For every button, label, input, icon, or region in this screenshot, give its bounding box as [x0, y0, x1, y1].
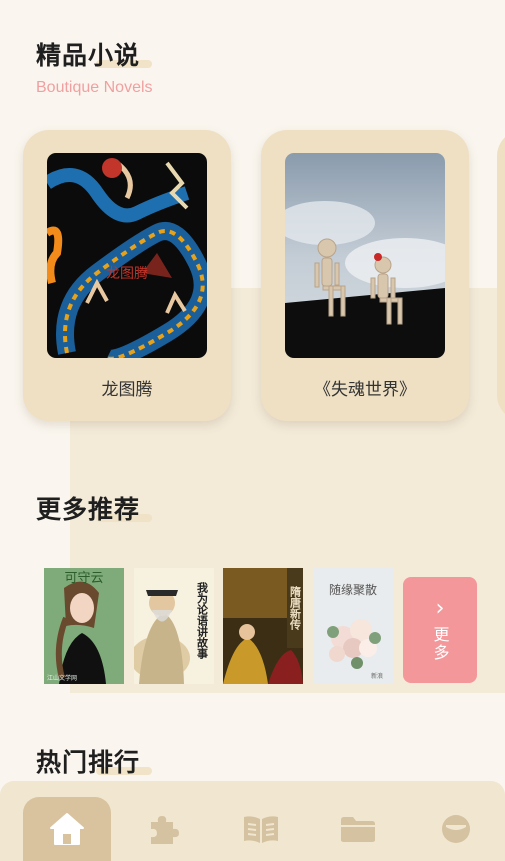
- book-footer: 江山文学网: [47, 674, 77, 682]
- tab-bookshelf[interactable]: [217, 797, 305, 861]
- cover-title: 龙图腾: [106, 265, 148, 282]
- home-icon: [50, 813, 84, 845]
- book-cover[interactable]: 随缘聚散 新浪: [313, 568, 393, 684]
- novel-name: 龙图腾: [101, 380, 153, 400]
- bottom-tab-bar: [0, 781, 505, 861]
- tab-files[interactable]: [314, 797, 402, 861]
- section-title-ranking: 热门排行: [36, 748, 141, 777]
- folder-icon: [341, 817, 375, 842]
- novel-name: 《失魂世界》: [314, 380, 416, 400]
- tab-home[interactable]: [23, 797, 111, 861]
- book-cover[interactable]: 隋唐新传: [223, 568, 303, 684]
- book-title: 随缘聚散: [329, 582, 377, 597]
- book-title: 隋唐新传: [289, 585, 303, 631]
- section-subtitle: Boutique Novels: [36, 79, 153, 96]
- novel-card[interactable]: 《失魂世界》: [261, 130, 469, 421]
- chevron-right-icon: ›: [435, 596, 445, 621]
- section-title-recommend: 更多推荐: [36, 495, 141, 524]
- novel-cover-dragon: 龙图腾: [47, 153, 207, 358]
- book-cover[interactable]: 我为论语讲故事: [134, 568, 214, 684]
- more-label: 更多: [430, 626, 450, 662]
- novel-card[interactable]: 龙图腾 龙图腾: [23, 130, 231, 421]
- puzzle-icon: [151, 816, 179, 844]
- book-title: 我为论语讲故事: [196, 581, 209, 660]
- novel-card-peek[interactable]: [497, 130, 505, 421]
- book-footer: 新浪: [371, 672, 383, 680]
- novel-cover-skeletons: [285, 153, 445, 358]
- tab-discover[interactable]: [118, 797, 206, 861]
- open-book-icon: [244, 816, 278, 843]
- tab-profile[interactable]: [412, 797, 500, 861]
- book-title: 可守云: [64, 571, 103, 586]
- section-title-boutique: 精品小说: [36, 41, 141, 70]
- profile-icon: [442, 815, 470, 843]
- book-cover[interactable]: 可守云 江山文学网: [44, 568, 124, 684]
- more-button[interactable]: › 更多: [403, 577, 477, 683]
